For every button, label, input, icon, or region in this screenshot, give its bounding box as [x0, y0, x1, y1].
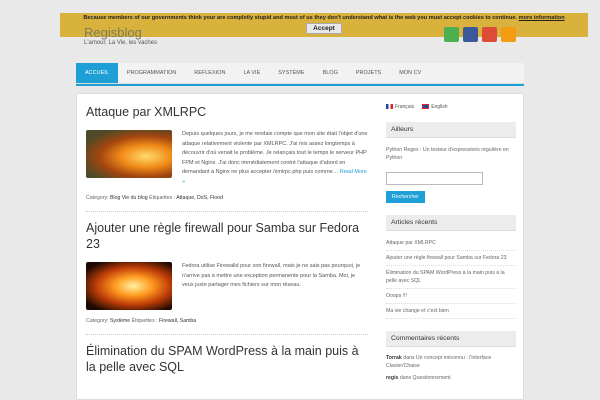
post-categories[interactable]: Blog Vie du blog: [110, 195, 148, 201]
post-title[interactable]: Attaque par XMLRPC: [86, 104, 368, 120]
search-button[interactable]: Rechercher: [386, 191, 425, 203]
recent-comments-list: Torrak dans Un concept méconnu : l'inter…: [386, 352, 516, 384]
site-title[interactable]: Regisblog: [84, 25, 142, 40]
widget-title-recent: Articles récents: [386, 215, 516, 231]
post-tags[interactable]: Firewall, Samba: [159, 318, 196, 324]
comment-link[interactable]: dans Questionnement: [400, 375, 451, 381]
uk-flag-icon: [422, 104, 430, 110]
comment-author[interactable]: regis: [386, 375, 398, 381]
list-item[interactable]: Ajouter une règle firewall pour Samba su…: [386, 251, 516, 266]
social-icons: [444, 27, 516, 42]
list-item[interactable]: Ooops !!!: [386, 289, 516, 304]
post-thumbnail-fire[interactable]: [86, 130, 172, 178]
sidebar: Français English Ailleurs Python Regex :…: [386, 104, 516, 384]
post-tags[interactable]: Attaque, DoS, Flood: [176, 195, 223, 201]
nav-item-mon-cv[interactable]: MON CV: [390, 63, 430, 83]
lang-fr[interactable]: Français: [386, 104, 414, 110]
nav-item-blog[interactable]: BLOG: [314, 63, 347, 83]
widget-title-comments: Commentaires récents: [386, 331, 516, 347]
rss-icon[interactable]: [501, 27, 516, 42]
cookie-more-link[interactable]: more information: [519, 15, 565, 21]
nav-item-accueil[interactable]: ACCUEIL: [76, 63, 118, 83]
search-input[interactable]: [386, 172, 483, 185]
ailleurs-link[interactable]: Python Regex : Un testeur d'expressions …: [386, 146, 516, 162]
google-plus-icon[interactable]: [482, 27, 497, 42]
nav-item-projets[interactable]: PROJETS: [347, 63, 390, 83]
post-thumbnail-fire[interactable]: [86, 262, 172, 310]
post-title[interactable]: Ajouter une règle firewall pour Samba su…: [86, 220, 368, 252]
post: Ajouter une règle firewall pour Samba su…: [86, 220, 368, 324]
post-excerpt: Fedora utilise Firewalld pour son firewa…: [182, 263, 361, 288]
post-categories[interactable]: Système: [110, 318, 130, 324]
post-list: Attaque par XMLRPC Depuis quelques jours…: [86, 104, 368, 375]
nav-item-reflexion[interactable]: REFLEXION: [185, 63, 234, 83]
post-meta: Category: Blog Vie du blog Étiquettes : …: [86, 195, 223, 201]
list-item[interactable]: Attaque par XMLRPC: [386, 236, 516, 251]
cookie-accept-button[interactable]: Accept: [306, 23, 342, 34]
divider: [86, 211, 368, 212]
list-item[interactable]: Élimination du SPAM WordPress à la main …: [386, 266, 516, 289]
list-item[interactable]: Ma vie change et c'est bien: [386, 304, 516, 319]
nav-item-systeme[interactable]: SYSTÈME: [269, 63, 313, 83]
nav-accent-line: [76, 84, 524, 86]
nav-item-la-vie[interactable]: LA VIE: [234, 63, 269, 83]
nav-item-programmation[interactable]: PROGRAMMATION: [118, 63, 185, 83]
post-meta: Category: Système Étiquettes : Firewall,…: [86, 318, 197, 324]
site-description: L'amour, La Vie, les vaches: [84, 40, 158, 46]
post: Élimination du SPAM WordPress à la main …: [86, 343, 368, 375]
language-switcher: Français English: [386, 104, 516, 110]
facebook-icon[interactable]: [463, 27, 478, 42]
post-title[interactable]: Élimination du SPAM WordPress à la main …: [86, 343, 368, 375]
list-item: Torrak dans Un concept méconnu : l'inter…: [386, 352, 516, 372]
cookie-message: Because members of our governments think…: [83, 15, 518, 21]
twitter-icon[interactable]: [444, 27, 459, 42]
france-flag-icon: [386, 104, 393, 110]
list-item: regis dans Questionnement: [386, 372, 516, 384]
widget-title-ailleurs: Ailleurs: [386, 122, 516, 138]
comment-link[interactable]: dans Un concept méconnu : l'interface Cl…: [386, 355, 491, 369]
comment-author[interactable]: Torrak: [386, 355, 402, 361]
content-area: Attaque par XMLRPC Depuis quelques jours…: [76, 93, 524, 400]
post: Attaque par XMLRPC Depuis quelques jours…: [86, 104, 368, 201]
divider: [86, 334, 368, 335]
recent-posts-list: Attaque par XMLRPC Ajouter une règle fir…: [386, 236, 516, 319]
lang-en[interactable]: English: [422, 104, 448, 110]
main-navigation: ACCUEIL PROGRAMMATION REFLEXION LA VIE S…: [76, 63, 524, 84]
